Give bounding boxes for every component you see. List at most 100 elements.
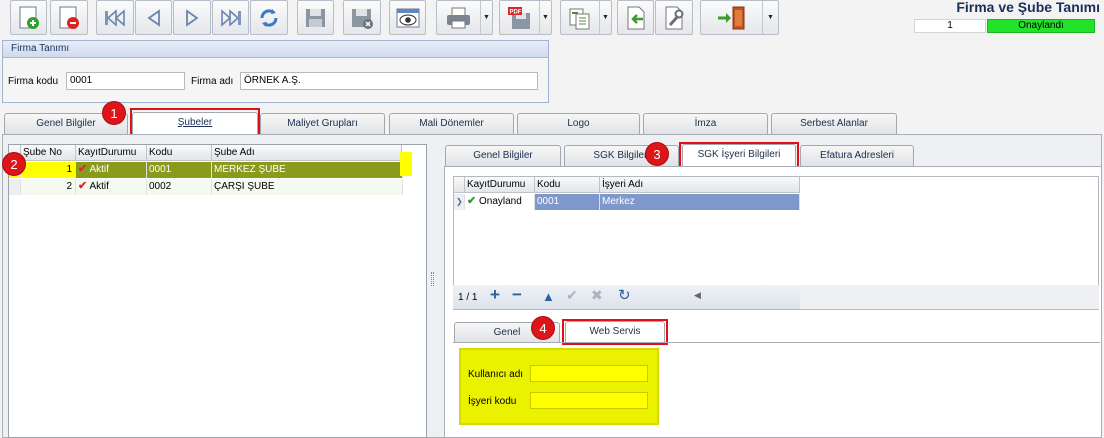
table-row[interactable]: ❯ ✔ Onayland 0001 Merkez <box>454 194 800 210</box>
export-icon <box>569 8 590 29</box>
kullanici-adi-label: Kullanıcı adı <box>468 369 524 380</box>
preview-button[interactable] <box>389 0 426 35</box>
export-button[interactable]: ▼ <box>560 0 612 35</box>
cancel-save-icon <box>352 8 373 29</box>
delete-button[interactable] <box>50 0 88 35</box>
refresh-icon <box>260 8 278 27</box>
grid-navigator: 1 / 1 + − ▲ ✔ ✖ ↻ <box>453 285 800 309</box>
import-button[interactable] <box>617 0 654 35</box>
tools-button[interactable] <box>655 0 693 35</box>
pdf-dropdown-icon[interactable]: ▼ <box>539 1 551 34</box>
tools-icon <box>665 6 684 29</box>
isyeri-grid-header: KayıtDurumu Kodu İşyeri Adı <box>454 177 801 193</box>
next-record-button[interactable] <box>173 0 211 35</box>
web-servis-panel <box>459 348 659 425</box>
save-button[interactable] <box>297 0 334 35</box>
import-icon <box>627 6 644 29</box>
annotation-badge-3: 3 <box>645 142 669 166</box>
bottom-tab-divider <box>453 342 1100 343</box>
exit-button[interactable]: ▼ <box>700 0 779 35</box>
row-indicator <box>9 179 21 195</box>
annotation-badge-2: 2 <box>2 152 26 176</box>
refresh-grid-icon[interactable]: ↻ <box>618 286 631 304</box>
export-dropdown-icon[interactable]: ▼ <box>599 1 611 34</box>
durum-cell: ✔ Aktif <box>76 179 147 195</box>
first-record-button[interactable] <box>96 0 134 35</box>
column-header[interactable]: Şube No <box>21 145 76 161</box>
pager-text: 1 / 1 <box>458 292 478 303</box>
isyeri-kodu-input[interactable] <box>530 392 648 409</box>
move-up-icon[interactable]: ▲ <box>542 289 555 304</box>
firma-group-title: Firma Tanımı <box>3 41 548 58</box>
previous-record-button[interactable] <box>135 0 172 35</box>
table-row[interactable]: 1 ✔ Aktif 0001 MERKEZ ŞUBE <box>9 162 403 178</box>
kod-cell: 0001 <box>535 194 600 210</box>
column-header[interactable]: KayıtDurumu <box>465 177 535 193</box>
save-icon <box>305 8 325 27</box>
print-dropdown-icon[interactable]: ▼ <box>480 1 492 34</box>
last-record-icon <box>220 8 241 27</box>
approved-check-icon: ✔ <box>467 195 477 207</box>
previous-record-icon <box>146 8 160 27</box>
print-button[interactable]: ▼ <box>436 0 493 35</box>
add-button[interactable] <box>10 0 47 35</box>
selected-row-highlight <box>400 152 412 176</box>
firma-kodu-label: Firma kodu <box>8 76 59 87</box>
kod-cell: 0001 <box>147 162 212 178</box>
column-header[interactable]: İşyeri Adı <box>600 177 800 193</box>
delete-row-icon[interactable]: − <box>512 285 522 305</box>
print-icon <box>446 7 470 28</box>
refresh-button[interactable] <box>250 0 288 35</box>
cancel-edit-icon[interactable]: ✖ <box>591 287 603 304</box>
status-badge: Onaylandı <box>987 19 1095 33</box>
window-title: Firma ve Şube Tanımı <box>956 0 1100 15</box>
preview-icon <box>396 8 419 27</box>
column-header[interactable]: Kodu <box>535 177 600 193</box>
active-check-icon: ✔ <box>78 180 88 192</box>
tab-logo[interactable]: Logo <box>517 113 640 134</box>
durum-cell: ✔ Onayland <box>465 194 535 210</box>
delete-icon <box>59 6 79 29</box>
scroll-left-icon[interactable]: ◀ <box>694 290 701 301</box>
kullanici-adi-input[interactable] <box>530 365 648 382</box>
cancel-save-button[interactable] <box>343 0 381 35</box>
last-record-button[interactable] <box>212 0 249 35</box>
ad-cell: MERKEZ ŞUBE <box>212 162 403 178</box>
isyeri-kodu-label: İşyeri kodu <box>468 396 517 407</box>
horizontal-scrollbar[interactable] <box>800 285 1099 309</box>
svg-text:PDF: PDF <box>509 9 521 15</box>
exit-icon <box>717 6 744 29</box>
sube-grid[interactable]: Şube No KayıtDurumu Kodu Şube Adı 1 ✔ Ak… <box>8 144 427 438</box>
annotation-box-subeler <box>130 108 260 137</box>
table-row[interactable]: 2 ✔ Aktif 0002 ÇARŞI ŞUBE <box>9 179 403 195</box>
ad-cell: Merkez <box>600 194 800 210</box>
pdf-export-icon: PDF <box>507 6 530 29</box>
tab-serbest-alanlar[interactable]: Serbest Alanlar <box>771 113 897 134</box>
durum-cell: ✔ Aktif <box>76 162 147 178</box>
row-indicator-header <box>454 177 465 193</box>
tab-imza[interactable]: İmza <box>643 113 768 134</box>
column-header[interactable]: Kodu <box>147 145 212 161</box>
first-record-icon <box>105 8 125 27</box>
column-header[interactable]: Şube Adı <box>212 145 402 161</box>
record-index: 1 <box>914 19 986 33</box>
splitter-handle[interactable] <box>431 272 434 286</box>
exit-dropdown-icon[interactable]: ▼ <box>762 1 778 34</box>
tab-sub-genel-bilgiler[interactable]: Genel Bilgiler <box>445 145 561 166</box>
firma-adi-input[interactable]: ÖRNEK A.Ş. <box>240 72 538 90</box>
ad-cell: ÇARŞI ŞUBE <box>212 179 403 195</box>
row-pointer-icon: ❯ <box>454 194 465 210</box>
sube-grid-header: Şube No KayıtDurumu Kodu Şube Adı <box>9 145 426 161</box>
pdf-export-button[interactable]: PDF ▼ <box>499 0 552 35</box>
column-header[interactable]: KayıtDurumu <box>76 145 147 161</box>
next-record-icon <box>186 8 199 27</box>
annotation-badge-1: 1 <box>102 101 126 125</box>
firma-kodu-input[interactable]: 0001 <box>66 72 185 90</box>
add-icon <box>19 6 39 29</box>
tab-efatura-adresleri[interactable]: Efatura Adresleri <box>800 145 914 166</box>
append-icon[interactable]: + <box>490 285 500 305</box>
tab-mali-donemler[interactable]: Mali Dönemler <box>389 113 514 134</box>
post-edit-icon[interactable]: ✔ <box>566 287 578 304</box>
tab-maliyet-gruplari[interactable]: Maliyet Grupları <box>260 113 385 134</box>
firma-adi-label: Firma adı <box>191 76 234 87</box>
